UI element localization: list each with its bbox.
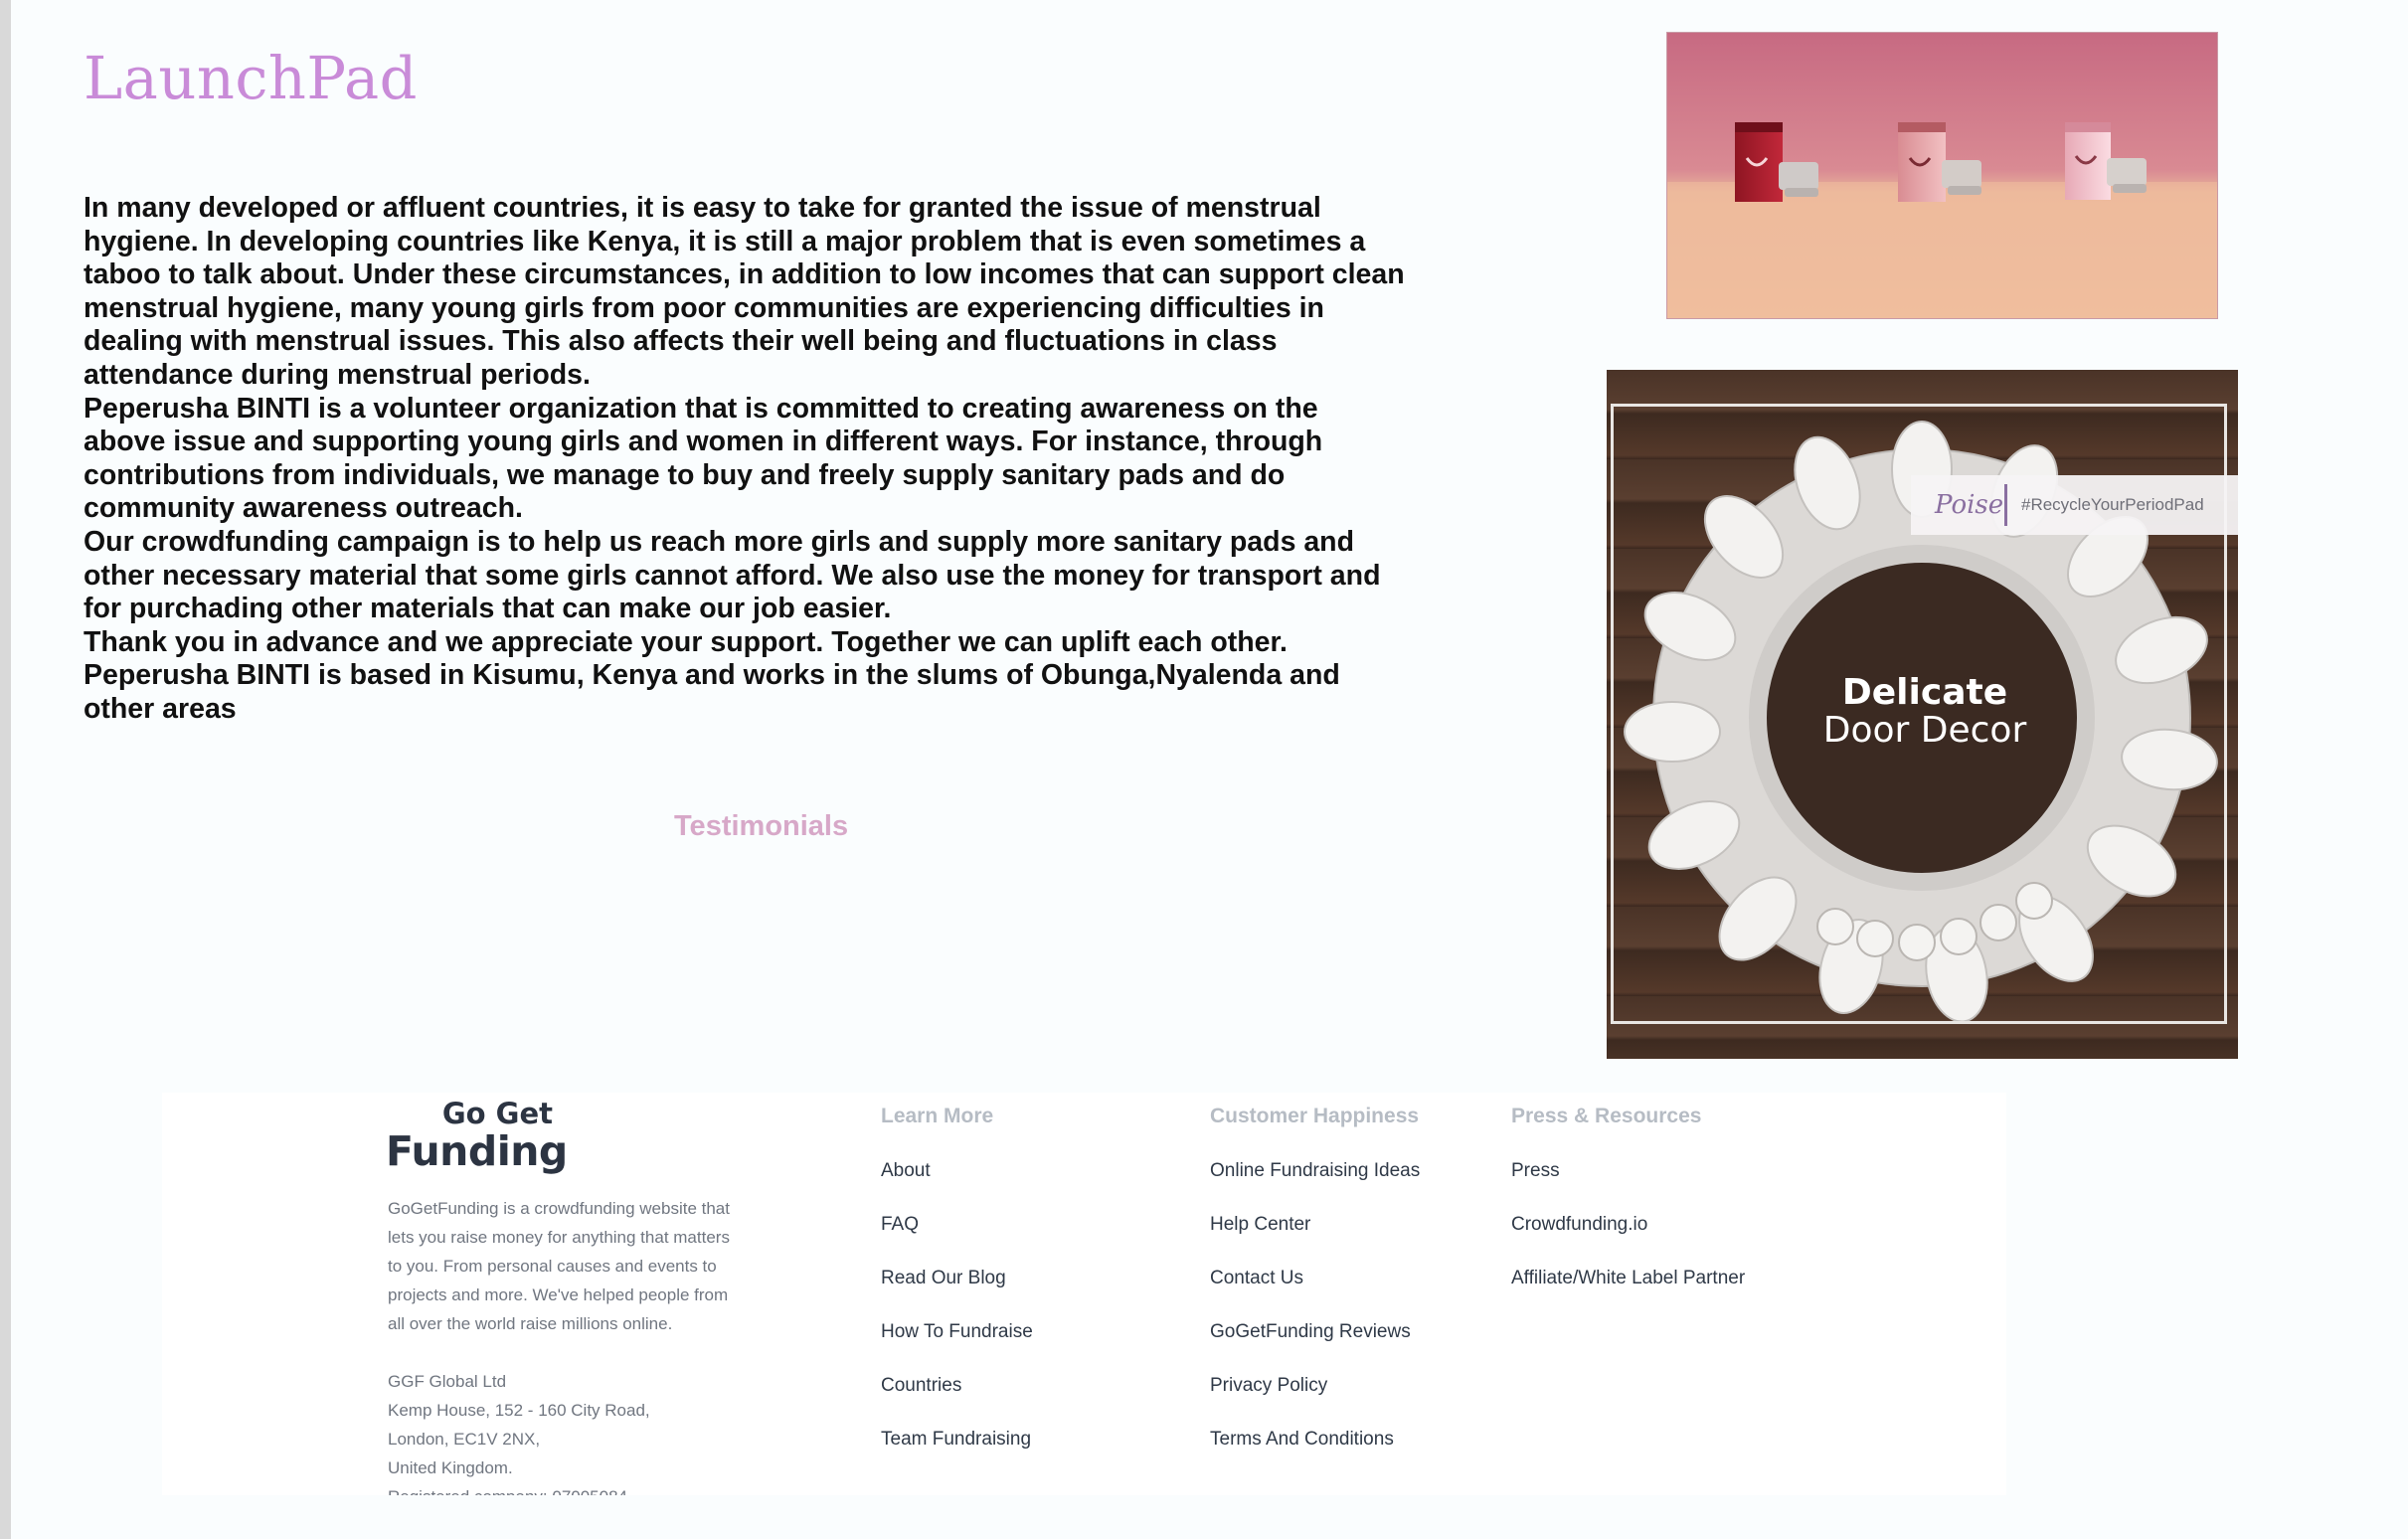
footer-link-team-fundraising[interactable]: Team Fundraising: [881, 1428, 1033, 1481]
address-line: Registered company: 07005084: [388, 1482, 746, 1495]
story-paragraph-4: Thank you in advance and we appreciate y…: [84, 625, 1288, 658]
poise-logo: Poise: [1935, 490, 2004, 520]
address-line: United Kingdom.: [388, 1458, 513, 1477]
footer-link-press[interactable]: Press: [1511, 1159, 1745, 1213]
wreath-photo: Poise #RecycleYourPeriodPad Delicate Doo…: [1607, 370, 2238, 1059]
footer-about: GoGetFunding is a crowdfunding website t…: [388, 1194, 746, 1495]
footer-column-customer-happiness: Customer Happiness Online Fundraising Id…: [1210, 1105, 1420, 1481]
site-footer: Go Get Funding GoGetFunding is a crowdfu…: [162, 1093, 2006, 1495]
footer-link-help-center[interactable]: Help Center: [1210, 1213, 1420, 1267]
caption-line-1: Delicate: [1841, 672, 2008, 713]
wreath-caption: Delicate Door Decor: [1776, 674, 2074, 750]
footer-link-blog[interactable]: Read Our Blog: [881, 1267, 1033, 1320]
campaign-story: In many developed or affluent countries,…: [84, 192, 1406, 727]
about-description: GoGetFunding is a crowdfunding website t…: [388, 1199, 730, 1333]
logo-line-2: Funding: [386, 1127, 568, 1175]
footer-link-reviews[interactable]: GoGetFunding Reviews: [1210, 1320, 1420, 1374]
product-photo: [1666, 32, 2218, 319]
footer-link-terms[interactable]: Terms And Conditions: [1210, 1428, 1420, 1481]
footer-link-countries[interactable]: Countries: [881, 1374, 1033, 1428]
press-resources-heading: Press & Resources: [1511, 1105, 1702, 1127]
footer-link-about[interactable]: About: [881, 1159, 1033, 1213]
page-left-edge: [0, 0, 11, 1539]
footer-link-how-to-fundraise[interactable]: How To Fundraise: [881, 1320, 1033, 1374]
banner-divider: [2004, 484, 2007, 526]
company-address: GGF Global Ltd Kemp House, 152 - 160 Cit…: [388, 1367, 746, 1495]
footer-column-press-resources: Press & Resources Press Crowdfunding.io …: [1511, 1105, 1745, 1320]
address-line: Kemp House, 152 - 160 City Road,: [388, 1401, 650, 1420]
address-line: GGF Global Ltd: [388, 1372, 507, 1391]
hashtag-text: #RecycleYourPeriodPad: [2021, 495, 2204, 514]
caption-line-2: Door Decor: [1822, 710, 2027, 751]
story-paragraph-3: Our crowdfunding campaign is to help us …: [84, 525, 1381, 625]
footer-link-contact-us[interactable]: Contact Us: [1210, 1267, 1420, 1320]
story-paragraph-5: Peperusha BINTI is based in Kisumu, Keny…: [84, 659, 1340, 725]
gogetfunding-logo[interactable]: Go Get Funding: [386, 1097, 568, 1175]
footer-column-learn-more: Learn More About FAQ Read Our Blog How T…: [881, 1105, 1033, 1481]
hashtag-banner: Poise #RecycleYourPeriodPad: [1911, 475, 2238, 535]
logo-line-1: Go Get: [441, 1097, 553, 1130]
learn-more-heading: Learn More: [881, 1105, 994, 1127]
story-paragraph-1: In many developed or affluent countries,…: [84, 192, 1405, 391]
testimonials-heading[interactable]: Testimonials: [674, 810, 848, 843]
footer-link-privacy-policy[interactable]: Privacy Policy: [1210, 1374, 1420, 1428]
launchpad-title: LaunchPad: [84, 44, 418, 112]
customer-happiness-heading: Customer Happiness: [1210, 1105, 1420, 1127]
address-line: London, EC1V 2NX,: [388, 1430, 541, 1449]
footer-link-fundraising-ideas[interactable]: Online Fundraising Ideas: [1210, 1159, 1420, 1213]
footer-link-faq[interactable]: FAQ: [881, 1213, 1033, 1267]
footer-link-affiliate[interactable]: Affiliate/White Label Partner: [1511, 1267, 1745, 1320]
story-paragraph-2: Peperusha BINTI is a volunteer organizat…: [84, 392, 1323, 525]
footer-link-crowdfunding-io[interactable]: Crowdfunding.io: [1511, 1213, 1745, 1267]
